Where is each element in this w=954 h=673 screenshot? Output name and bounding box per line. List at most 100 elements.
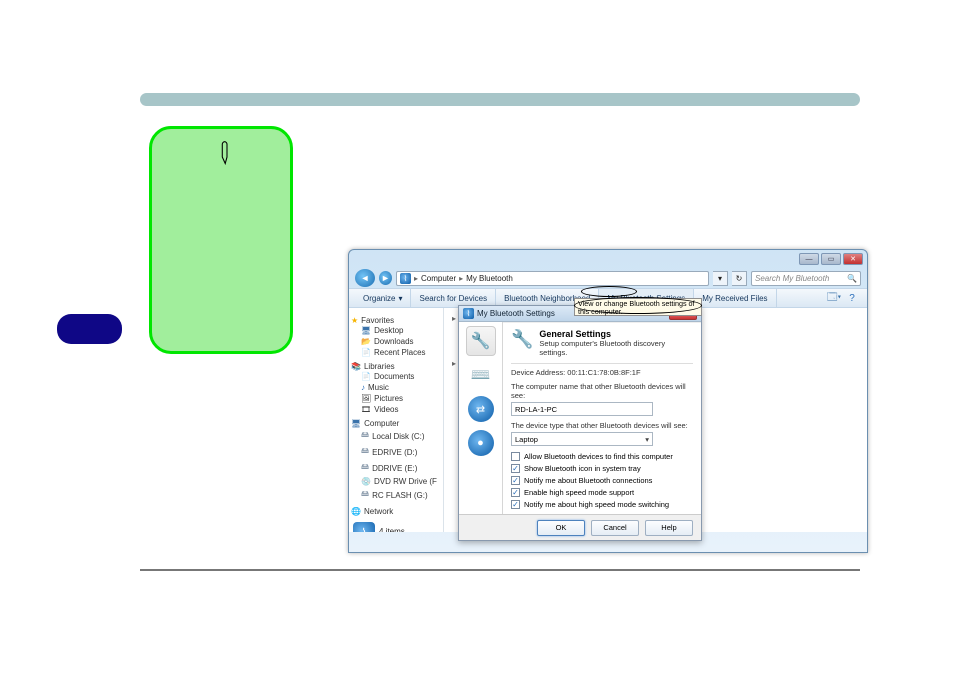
network-group[interactable]: 🌐Network [351, 507, 441, 516]
cancel-button[interactable]: Cancel [591, 520, 639, 536]
folder-icon: 📂 [361, 337, 371, 346]
divider-pill [140, 93, 860, 106]
window-titlebar: — ▭ ✕ [349, 250, 867, 268]
sidebar-item-music[interactable]: ♪Music [351, 382, 441, 393]
chk-label: Show Bluetooth icon in system tray [524, 464, 641, 473]
globe-icon: ⇄ [468, 396, 494, 422]
drive-icon: 🖴 [361, 461, 369, 475]
sidebar-item-desktop[interactable]: 🖥Desktop [351, 325, 441, 336]
checkbox-tray-icon[interactable]: ✓ [511, 464, 520, 473]
desktop-icon: 🖥 [361, 326, 371, 335]
drive-icon: 🖴 [361, 445, 369, 459]
pictures-icon: 🖼 [361, 394, 371, 403]
recent-icon: 📄 [361, 348, 371, 357]
libraries-group[interactable]: 📚Libraries [351, 362, 441, 371]
chevron-down-icon: ▾ [645, 435, 649, 444]
nav-general-icon[interactable]: 🔧 [466, 326, 496, 356]
help-button[interactable]: Help [645, 520, 693, 536]
page-marker [57, 314, 122, 344]
nav-pane: ★Favorites 🖥Desktop 📂Downloads 📄Recent P… [349, 308, 444, 532]
sidebar-item-ddrive[interactable]: 🖴DDRIVE (E:) [351, 460, 441, 476]
organize-menu[interactable]: Organize▾ [355, 289, 411, 307]
checkbox-high-speed[interactable]: ✓ [511, 488, 520, 497]
network-icon: 🌐 [351, 507, 361, 516]
dvd-icon: 💿 [361, 477, 371, 486]
computer-group[interactable]: 🖥Computer [351, 419, 441, 428]
search-input[interactable]: Search My Bluetooth 🔍 [751, 271, 861, 286]
annotation-oval-1 [581, 286, 637, 297]
search-icon: 🔍 [847, 274, 857, 283]
crumb-mybluetooth[interactable]: My Bluetooth [466, 274, 513, 283]
status-bar: ⌇ 4 items [351, 518, 441, 532]
dialog-nav: 🔧 ⌨️ ⇄ ● [459, 322, 503, 514]
videos-icon: 🎞 [361, 405, 371, 414]
wrench-icon: 🔧 [471, 331, 491, 351]
keyboard-icon: ⌨️ [471, 365, 491, 385]
breadcrumb-dropdown[interactable]: ▾ [713, 271, 728, 286]
my-received-files-button[interactable]: My Received Files [694, 289, 776, 307]
nav-forward-button[interactable]: ► [379, 271, 392, 285]
favorites-group[interactable]: ★Favorites [351, 316, 441, 325]
flash-icon: 🖴 [361, 488, 369, 502]
view-button[interactable]: 🗔▾ [825, 289, 843, 307]
nav-more-icon[interactable]: ● [466, 428, 496, 458]
minimize-button[interactable]: — [799, 253, 819, 265]
wrench-icon: 🔧 [511, 329, 533, 350]
pencil-icon [211, 138, 243, 170]
breadcrumb[interactable]: ⌇ ▸ Computer ▸ My Bluetooth [396, 271, 709, 286]
device-type-label: The device type that other Bluetooth dev… [511, 421, 693, 430]
maximize-button[interactable]: ▭ [821, 253, 841, 265]
sidebar-item-edrive[interactable]: 🖴EDRIVE (D:) [351, 444, 441, 460]
sidebar-item-recent[interactable]: 📄Recent Places [351, 347, 441, 358]
computer-name-input[interactable]: RD-LA-1-PC [511, 402, 653, 416]
star-icon: ★ [351, 316, 358, 325]
ok-button[interactable]: OK [537, 520, 585, 536]
music-icon: ♪ [361, 383, 365, 392]
sidebar-item-videos[interactable]: 🎞Videos [351, 404, 441, 415]
computer-name-label: The computer name that other Bluetooth d… [511, 382, 693, 400]
sidebar-item-documents[interactable]: 📄Documents [351, 371, 441, 382]
nav-share-icon[interactable]: ⇄ [466, 394, 496, 424]
refresh-button[interactable]: ↻ [732, 271, 747, 286]
section-heading: General Settings [539, 329, 693, 339]
chk-label: Notify me about Bluetooth connections [524, 476, 652, 485]
checkbox-notify-connections[interactable]: ✓ [511, 476, 520, 485]
drive-icon: 🖴 [361, 429, 369, 443]
sidebar-item-localdisk[interactable]: 🖴Local Disk (C:) [351, 428, 441, 444]
nav-device-icon[interactable]: ⌨️ [466, 360, 496, 390]
chk-label: Enable high speed mode support [524, 488, 634, 497]
sidebar-item-pictures[interactable]: 🖼Pictures [351, 393, 441, 404]
address-row: ◄ ► ⌇ ▸ Computer ▸ My Bluetooth ▾ ↻ Sear… [349, 268, 867, 288]
doc-icon: 📄 [361, 372, 371, 381]
crumb-computer[interactable]: Computer [421, 274, 456, 283]
chk-label: Notify me about high speed mode switchin… [524, 500, 669, 509]
search-placeholder: Search My Bluetooth [755, 274, 829, 283]
bluetooth-large-icon: ⌇ [353, 522, 375, 532]
dialog-title: My Bluetooth Settings [477, 309, 555, 318]
note-callout [149, 126, 293, 354]
footer-rule [140, 569, 860, 571]
globe-icon: ● [468, 430, 494, 456]
dialog-main: 🔧 General Settings Setup computer's Blue… [503, 322, 701, 514]
item-count: 4 items [379, 527, 405, 533]
device-type-select[interactable]: Laptop▾ [511, 432, 653, 446]
checkbox-discoverable[interactable] [511, 452, 520, 461]
annotation-oval-2 [574, 297, 702, 314]
bluetooth-icon: ⌇ [400, 273, 411, 284]
checkbox-notify-hs-switch[interactable]: ✓ [511, 500, 520, 509]
help-button[interactable]: ? [843, 289, 861, 307]
libraries-icon: 📚 [351, 362, 361, 371]
settings-dialog: ⌇ My Bluetooth Settings ✕ 🔧 ⌨️ ⇄ ● 🔧 Gen… [458, 305, 702, 541]
device-address-value: 00:11:C1:78:0B:8F:1F [567, 368, 640, 377]
nav-back-button[interactable]: ◄ [355, 269, 375, 287]
chk-label: Allow Bluetooth devices to find this com… [524, 452, 673, 461]
close-button[interactable]: ✕ [843, 253, 863, 265]
sidebar-item-rcflash[interactable]: 🖴RC FLASH (G:) [351, 487, 441, 503]
sidebar-item-downloads[interactable]: 📂Downloads [351, 336, 441, 347]
computer-icon: 🖥 [351, 419, 361, 428]
section-subheading: Setup computer's Bluetooth discovery set… [539, 339, 693, 357]
device-address-row: Device Address: 00:11:C1:78:0B:8F:1F [511, 368, 693, 377]
bluetooth-icon: ⌇ [463, 308, 474, 319]
dialog-footer: OK Cancel Help [459, 514, 701, 540]
sidebar-item-dvd[interactable]: 💿DVD RW Drive (F [351, 476, 441, 487]
